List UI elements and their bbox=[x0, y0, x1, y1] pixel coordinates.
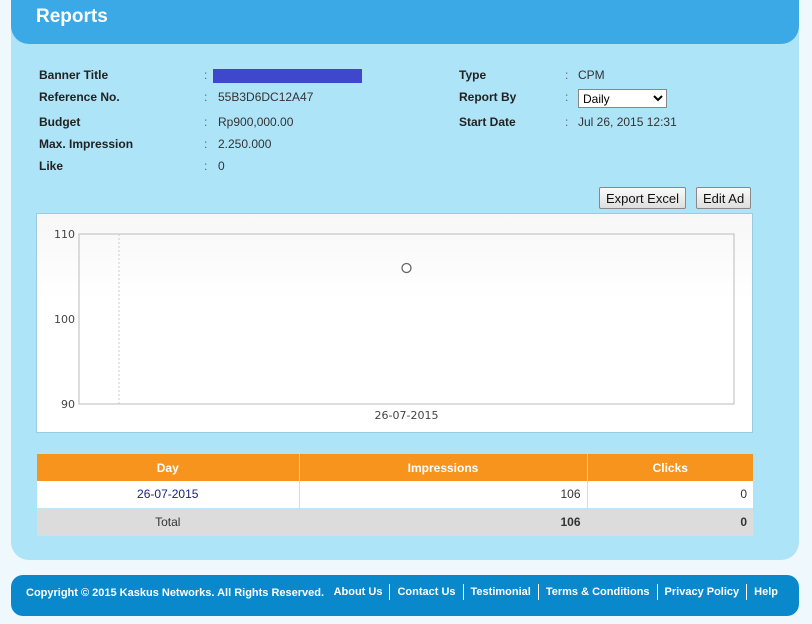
link-about-us[interactable]: About Us bbox=[327, 584, 390, 600]
colon: : bbox=[204, 68, 208, 82]
export-excel-button[interactable]: Export Excel bbox=[599, 187, 686, 209]
plot-area bbox=[78, 233, 735, 405]
impressions-chart: 90 100 110 26-07-2015 bbox=[36, 213, 753, 433]
total-row: Total 106 0 bbox=[37, 508, 753, 536]
colon: : bbox=[204, 115, 208, 129]
x-tick-label: 26-07-2015 bbox=[375, 409, 439, 422]
footer: Copyright © 2015 Kaskus Networks. All Ri… bbox=[11, 575, 799, 616]
like-value: 0 bbox=[218, 159, 225, 173]
y-tick-label: 90 bbox=[61, 398, 75, 411]
start-date-label: Start Date bbox=[459, 115, 516, 129]
type-label: Type bbox=[459, 68, 487, 82]
report-by-select[interactable]: Daily bbox=[578, 89, 667, 108]
total-impressions: 106 bbox=[299, 508, 588, 536]
total-label: Total bbox=[37, 508, 300, 536]
link-testimonial[interactable]: Testimonial bbox=[462, 584, 538, 600]
colon: : bbox=[204, 137, 208, 151]
colon: : bbox=[565, 115, 569, 129]
impressions-cell: 106 bbox=[299, 481, 588, 509]
colon: : bbox=[565, 68, 569, 82]
start-date-value: Jul 26, 2015 12:31 bbox=[578, 115, 677, 129]
budget-label: Budget bbox=[39, 115, 81, 129]
table-row: 26-07-2015 106 0 bbox=[37, 481, 753, 509]
total-clicks: 0 bbox=[587, 508, 753, 536]
col-impressions: Impressions bbox=[299, 454, 588, 481]
y-tick-label: 110 bbox=[54, 228, 75, 241]
max-impression-value: 2.250.000 bbox=[218, 137, 272, 151]
chart-svg: 90 100 110 26-07-2015 bbox=[54, 228, 735, 422]
type-value: CPM bbox=[578, 68, 605, 82]
y-tick-label: 100 bbox=[54, 313, 75, 326]
col-clicks: Clicks bbox=[587, 454, 753, 481]
budget-value: Rp900,000.00 bbox=[218, 115, 294, 129]
colon: : bbox=[565, 90, 569, 104]
banner-title-redacted bbox=[213, 69, 362, 83]
banner-title-label: Banner Title bbox=[39, 68, 109, 82]
report-table: Day Impressions Clicks 26-07-2015 106 0 … bbox=[37, 454, 753, 536]
colon: : bbox=[204, 159, 208, 173]
link-terms[interactable]: Terms & Conditions bbox=[537, 584, 657, 600]
edit-ad-button[interactable]: Edit Ad bbox=[696, 187, 752, 209]
report-by-label: Report By bbox=[459, 90, 517, 104]
like-label: Like bbox=[39, 159, 64, 173]
footer-links: About Us Contact Us Testimonial Terms & … bbox=[327, 584, 785, 600]
reference-value: 55B3D6DC12A47 bbox=[218, 90, 314, 104]
colon: : bbox=[204, 90, 208, 104]
link-privacy[interactable]: Privacy Policy bbox=[656, 584, 747, 600]
max-impression-label: Max. Impression bbox=[39, 137, 134, 151]
col-day: Day bbox=[37, 454, 300, 481]
data-point[interactable] bbox=[401, 262, 412, 274]
copyright: Copyright © 2015 Kaskus Networks. All Ri… bbox=[26, 587, 325, 599]
page-title: Reports bbox=[36, 6, 108, 27]
page-header: Reports bbox=[11, 0, 799, 44]
day-cell[interactable]: 26-07-2015 bbox=[37, 481, 300, 509]
link-contact-us[interactable]: Contact Us bbox=[389, 584, 462, 600]
reference-label: Reference No. bbox=[39, 90, 120, 104]
link-help[interactable]: Help bbox=[746, 584, 785, 600]
clicks-cell: 0 bbox=[587, 481, 753, 509]
